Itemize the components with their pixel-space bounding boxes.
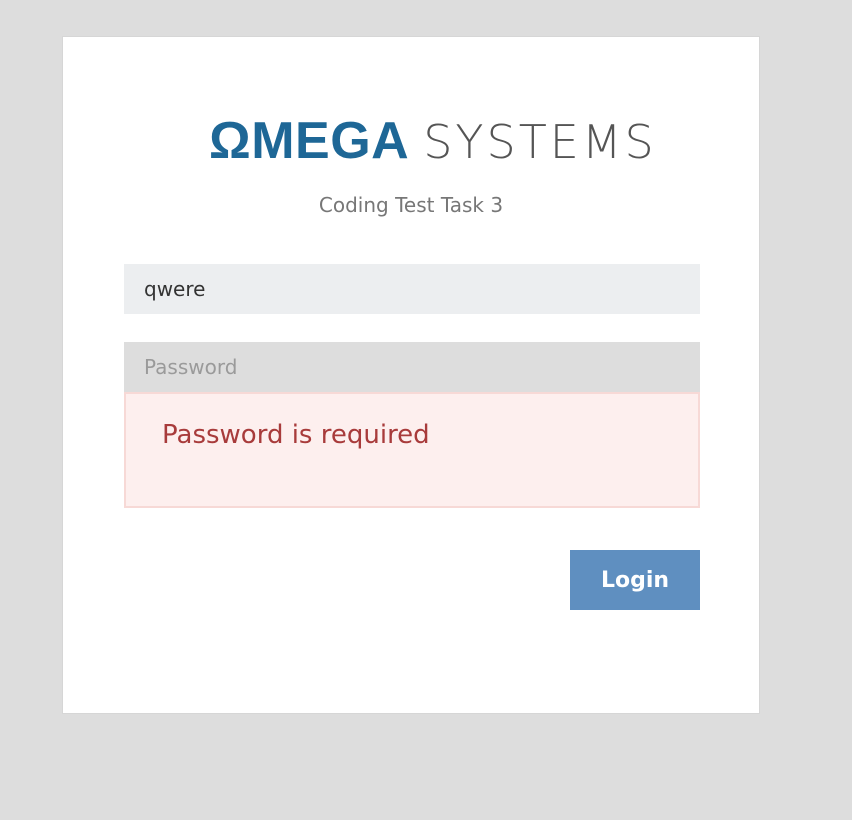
- login-button[interactable]: Login: [570, 550, 700, 610]
- page-subtitle: Coding Test Task 3: [318, 193, 504, 217]
- username-value: qwere: [144, 277, 206, 301]
- password-placeholder: Password: [144, 355, 238, 379]
- logo-suffix-text: SYSTEMS: [423, 115, 657, 169]
- logo-brand-text: ΩMEGA: [209, 112, 410, 170]
- password-error-text: Password is required: [162, 420, 430, 450]
- company-logo: ΩMEGA SYSTEMS: [209, 115, 657, 171]
- password-error-message: Password is required: [124, 392, 700, 508]
- username-field[interactable]: qwere: [124, 264, 700, 314]
- login-card: ΩMEGA SYSTEMS Coding Test Task 3 qwere P…: [62, 36, 760, 714]
- password-field[interactable]: Password: [124, 342, 700, 392]
